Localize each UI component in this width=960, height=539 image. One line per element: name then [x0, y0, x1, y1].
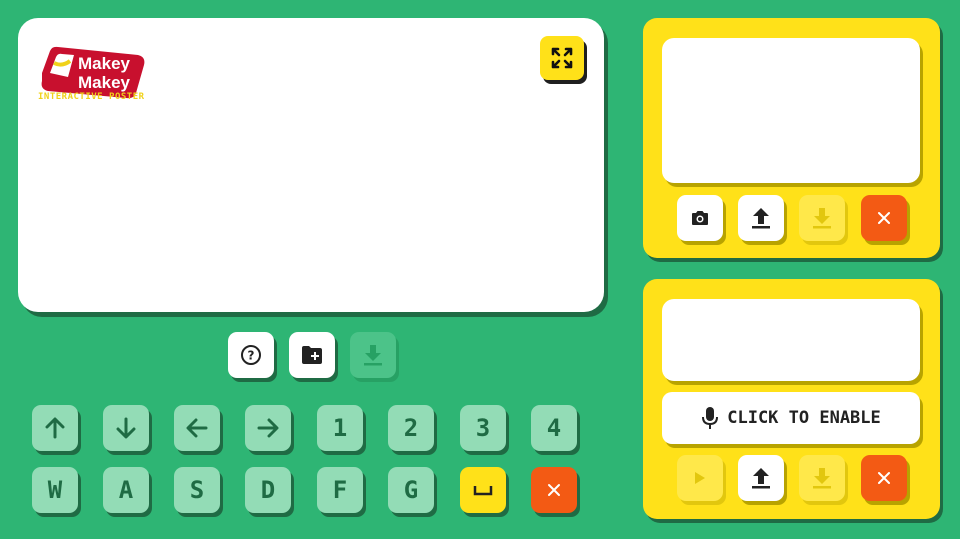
microphone-icon	[702, 407, 719, 429]
help-button[interactable]: ?	[228, 332, 274, 378]
arrow-left-icon	[186, 418, 208, 438]
capture-photo-button[interactable]	[677, 195, 723, 241]
key-a[interactable]: A	[103, 467, 149, 513]
key-w[interactable]: W	[32, 467, 78, 513]
key-1[interactable]: 1	[317, 405, 363, 451]
enable-mic-label: CLICK TO ENABLE	[727, 408, 881, 428]
key-space[interactable]	[460, 467, 506, 513]
key-up[interactable]	[32, 405, 78, 451]
key-4[interactable]: 4	[531, 405, 577, 451]
clear-image-button[interactable]	[861, 195, 907, 241]
camera-panel	[643, 18, 940, 258]
key-s[interactable]: S	[174, 467, 220, 513]
camera-preview	[662, 38, 920, 183]
key-d[interactable]: D	[245, 467, 291, 513]
audio-panel: CLICK TO ENABLE	[643, 279, 940, 519]
key-f[interactable]: F	[317, 467, 363, 513]
close-icon	[878, 472, 890, 484]
clear-audio-button[interactable]	[861, 455, 907, 501]
upload-audio-button[interactable]	[738, 455, 784, 501]
fullscreen-button[interactable]	[540, 36, 584, 80]
arrow-right-icon	[257, 418, 279, 438]
download-icon	[813, 468, 831, 489]
close-icon	[548, 484, 560, 496]
download-button[interactable]	[350, 332, 396, 378]
play-audio-button[interactable]	[677, 455, 723, 501]
close-icon	[878, 212, 890, 224]
logo-text-2: Makey	[78, 73, 131, 92]
clear-keys-button[interactable]	[531, 467, 577, 513]
svg-text:?: ?	[248, 349, 255, 363]
logo-text-1: Makey	[78, 54, 131, 73]
new-folder-button[interactable]	[289, 332, 335, 378]
help-icon: ?	[241, 345, 261, 365]
camera-icon	[692, 211, 708, 225]
key-down[interactable]	[103, 405, 149, 451]
upload-icon	[752, 468, 770, 489]
download-icon	[364, 345, 382, 366]
download-audio-button[interactable]	[799, 455, 845, 501]
download-icon	[813, 208, 831, 229]
download-image-button[interactable]	[799, 195, 845, 241]
upload-image-button[interactable]	[738, 195, 784, 241]
key-3[interactable]: 3	[460, 405, 506, 451]
key-right[interactable]	[245, 405, 291, 451]
arrow-down-icon	[116, 417, 136, 439]
play-icon	[695, 472, 705, 484]
key-2[interactable]: 2	[388, 405, 434, 451]
arrow-up-icon	[45, 417, 65, 439]
key-g[interactable]: G	[388, 467, 434, 513]
key-left[interactable]	[174, 405, 220, 451]
fullscreen-icon	[551, 47, 573, 69]
space-key-icon	[473, 486, 493, 496]
logo-subtitle: INTERACTIVE POSTER	[38, 92, 145, 102]
upload-icon	[752, 208, 770, 229]
folder-add-icon	[302, 346, 322, 364]
audio-preview	[662, 299, 920, 381]
enable-mic-button[interactable]: CLICK TO ENABLE	[662, 392, 920, 444]
poster-canvas[interactable]: Makey Makey INTERACTIVE POSTER	[18, 18, 604, 312]
